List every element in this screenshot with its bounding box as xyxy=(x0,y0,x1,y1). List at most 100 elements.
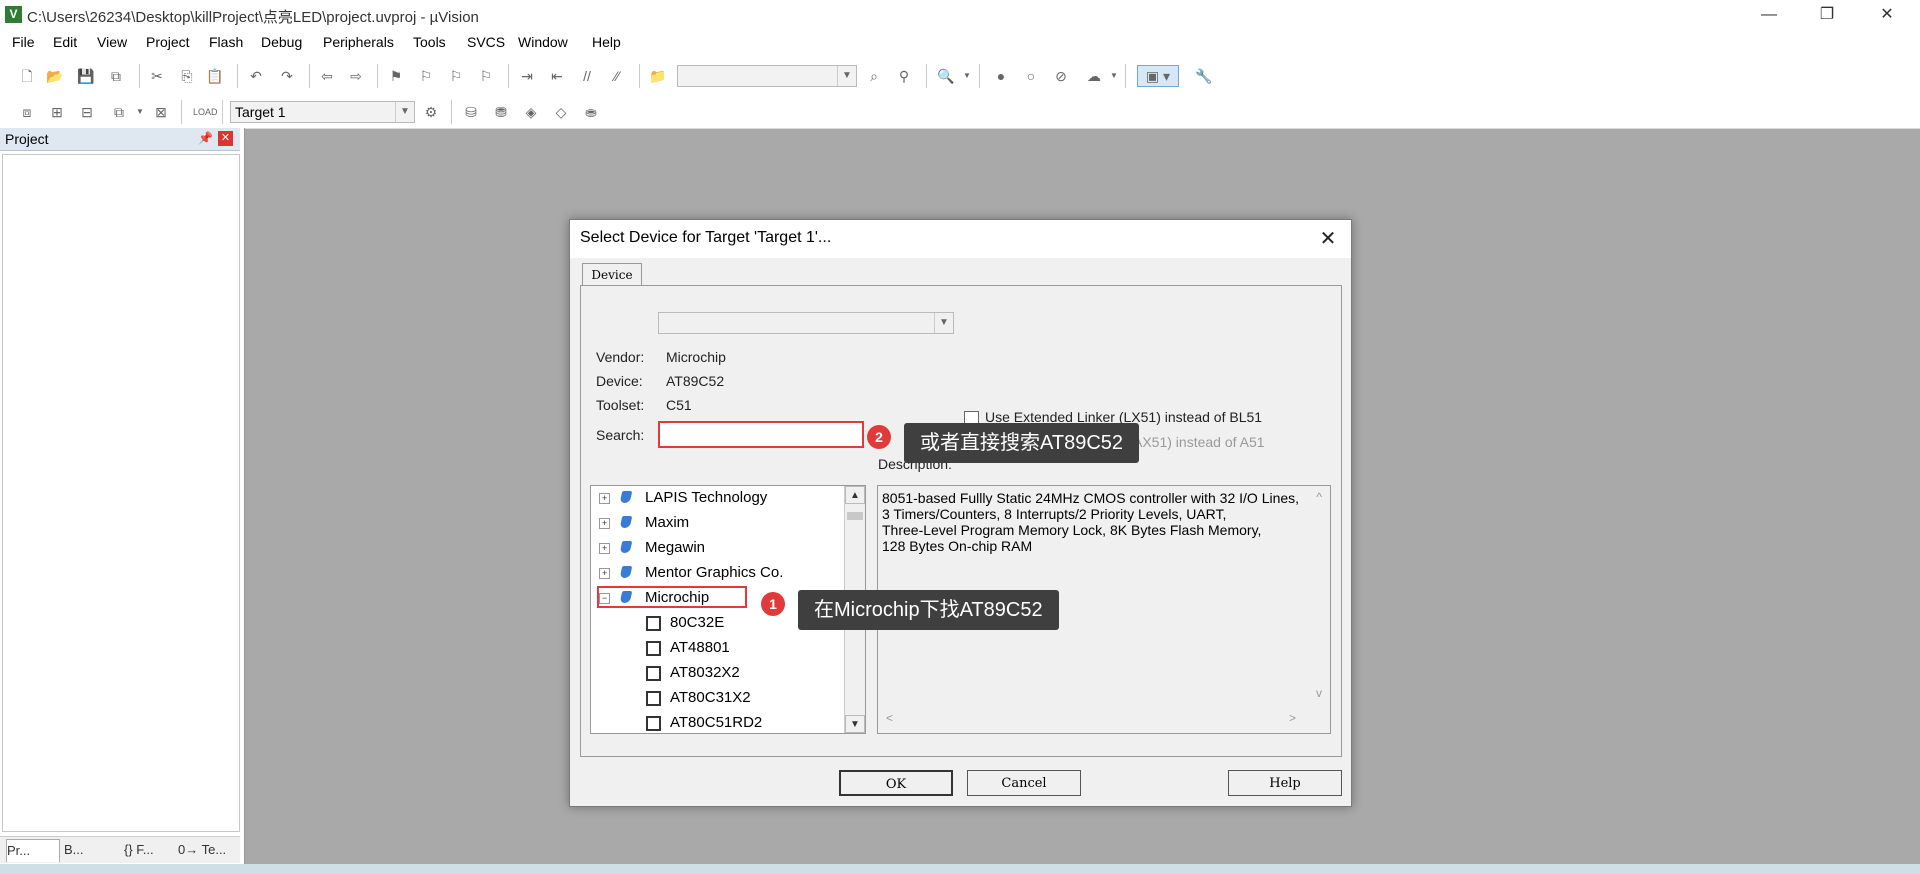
paste-icon[interactable]: 📋 xyxy=(205,66,225,86)
scroll-up-icon[interactable]: ^ xyxy=(1316,490,1322,504)
target-options-icon[interactable]: ⚙ xyxy=(421,102,441,122)
debug-session-icon[interactable]: 🔍 xyxy=(936,66,956,86)
collapse-icon[interactable]: − xyxy=(599,593,610,604)
close-icon[interactable]: ✕ xyxy=(218,131,233,146)
nav-forward-icon[interactable]: ⇨ xyxy=(346,66,366,86)
manage-components-icon[interactable]: ⛃ xyxy=(491,102,511,122)
nav-back-icon[interactable]: ⇦ xyxy=(317,66,337,86)
tree-vendor-mentor[interactable]: + Mentor Graphics Co. xyxy=(591,561,841,585)
minimize-button[interactable]: — xyxy=(1746,2,1792,28)
chevron-down-icon[interactable]: ▼ xyxy=(957,66,977,86)
menu-file[interactable]: File xyxy=(12,34,35,50)
vendor-icon xyxy=(619,491,633,503)
device-database-select[interactable]: ▼ xyxy=(658,312,954,334)
disable-breakpoint-icon[interactable]: ○ xyxy=(1021,66,1041,86)
kill-breakpoints-icon[interactable]: ☁ xyxy=(1084,66,1104,86)
configure-icon[interactable]: 🔧 xyxy=(1194,66,1214,86)
uncomment-icon[interactable]: ⁄⁄ xyxy=(607,66,627,86)
breakpoint-icon[interactable]: ● xyxy=(991,66,1011,86)
tab-project[interactable]: Pr... xyxy=(6,839,60,862)
project-tree[interactable] xyxy=(2,154,240,832)
close-icon[interactable]: ✕ xyxy=(1314,226,1342,252)
chevron-down-icon[interactable]: ▼ xyxy=(130,102,150,122)
search-input[interactable] xyxy=(658,421,864,448)
menu-peripherals[interactable]: Peripherals xyxy=(323,34,394,50)
bookmark-icon[interactable]: ⚑ xyxy=(386,66,406,86)
ok-button[interactable]: OK xyxy=(839,770,953,796)
cancel-button[interactable]: Cancel xyxy=(967,770,1081,796)
clear-bookmarks-icon[interactable]: ⚐ xyxy=(476,66,496,86)
tab-functions[interactable]: {} F... xyxy=(124,839,172,861)
expand-icon[interactable]: + xyxy=(599,493,610,504)
tree-device-label: AT48801 xyxy=(670,639,730,656)
find-icon[interactable]: ⌕ xyxy=(864,66,884,86)
ax51-option-label[interactable]: AX51) instead of A51 xyxy=(1133,434,1265,450)
menu-view[interactable]: View xyxy=(97,34,127,50)
prev-bookmark-icon[interactable]: ⚐ xyxy=(416,66,436,86)
menu-tools[interactable]: Tools xyxy=(413,34,446,50)
indent-icon[interactable]: ⇥ xyxy=(517,66,537,86)
copy-icon[interactable]: ⎘ xyxy=(177,66,197,86)
tab-books[interactable]: B... xyxy=(64,839,112,861)
tab-templates[interactable]: 0→ Te... xyxy=(178,839,236,861)
disable-all-breakpoints-icon[interactable]: ⊘ xyxy=(1051,66,1071,86)
download-icon[interactable]: LOAD xyxy=(193,102,218,122)
find-combo[interactable]: ▼ xyxy=(677,65,857,87)
pin-icon[interactable]: 📌 xyxy=(198,131,213,145)
menu-debug[interactable]: Debug xyxy=(261,34,302,50)
expand-icon[interactable]: + xyxy=(599,568,610,579)
cut-icon[interactable]: ✂ xyxy=(147,66,167,86)
chevron-down-icon[interactable]: ▼ xyxy=(837,66,856,86)
scroll-down-icon[interactable]: v xyxy=(1316,686,1322,700)
event-recorder-icon[interactable]: ⛂ xyxy=(581,102,601,122)
tree-device-at80c51rd2[interactable]: AT80C51RD2 xyxy=(591,711,841,733)
tree-vendor-maxim[interactable]: + Maxim xyxy=(591,511,841,535)
help-button[interactable]: Help xyxy=(1228,770,1342,796)
window-layout-icon[interactable]: ▣ ▾ xyxy=(1137,65,1179,87)
translate-icon[interactable]: ⧈ xyxy=(17,102,37,122)
incremental-find-icon[interactable]: ⚲ xyxy=(894,66,914,86)
chevron-down-icon[interactable]: ▼ xyxy=(1104,66,1124,86)
scroll-down-icon[interactable]: ▼ xyxy=(845,715,865,733)
menu-window[interactable]: Window xyxy=(518,34,568,50)
expand-icon[interactable]: + xyxy=(599,518,610,529)
comment-icon[interactable]: // xyxy=(577,66,597,86)
tab-device[interactable]: Device xyxy=(582,263,642,286)
scroll-right-icon[interactable]: > xyxy=(1289,711,1296,725)
save-icon[interactable]: 💾 xyxy=(76,66,96,86)
file-extensions-icon[interactable]: ⛁ xyxy=(461,102,481,122)
menu-edit[interactable]: Edit xyxy=(53,34,77,50)
rebuild-icon[interactable]: ⊟ xyxy=(77,102,97,122)
chevron-down-icon[interactable]: ▼ xyxy=(934,313,953,333)
build-icon[interactable]: ⊞ xyxy=(47,102,67,122)
expand-icon[interactable]: + xyxy=(599,543,610,554)
target-select[interactable]: Target 1 ▼ xyxy=(230,101,415,123)
tree-device-at80c31x2[interactable]: AT80C31X2 xyxy=(591,686,841,710)
pack-installer-icon[interactable]: ◇ xyxy=(551,102,571,122)
restore-button[interactable]: ❐ xyxy=(1804,2,1850,28)
scroll-left-icon[interactable]: < xyxy=(886,711,893,725)
tree-device-at8032x2[interactable]: AT8032X2 xyxy=(591,661,841,685)
find-in-files-icon[interactable]: 📁 xyxy=(648,66,668,86)
undo-icon[interactable]: ↶ xyxy=(246,66,266,86)
redo-icon[interactable]: ↷ xyxy=(277,66,297,86)
scroll-thumb[interactable] xyxy=(847,512,863,520)
open-file-icon[interactable]: 📂 xyxy=(45,66,65,86)
batch-build-icon[interactable]: ⧉ xyxy=(109,102,129,122)
tree-vendor-megawin[interactable]: + Megawin xyxy=(591,536,841,560)
menu-help[interactable]: Help xyxy=(592,34,621,50)
menu-project[interactable]: Project xyxy=(146,34,190,50)
scroll-up-icon[interactable]: ▲ xyxy=(845,486,865,504)
stop-build-icon[interactable]: ⊠ xyxy=(151,102,171,122)
next-bookmark-icon[interactable]: ⚐ xyxy=(446,66,466,86)
menu-svcs[interactable]: SVCS xyxy=(467,34,505,50)
close-button[interactable]: ✕ xyxy=(1864,2,1910,28)
tree-device-at48801[interactable]: AT48801 xyxy=(591,636,841,660)
select-packs-icon[interactable]: ◈ xyxy=(521,102,541,122)
chevron-down-icon[interactable]: ▼ xyxy=(395,102,414,122)
save-all-icon[interactable]: ⧉ xyxy=(106,66,126,86)
new-file-icon[interactable]: 🗋 xyxy=(17,66,37,86)
menu-flash[interactable]: Flash xyxy=(209,34,243,50)
unindent-icon[interactable]: ⇤ xyxy=(547,66,567,86)
tree-vendor-lapis[interactable]: + LAPIS Technology xyxy=(591,486,841,510)
